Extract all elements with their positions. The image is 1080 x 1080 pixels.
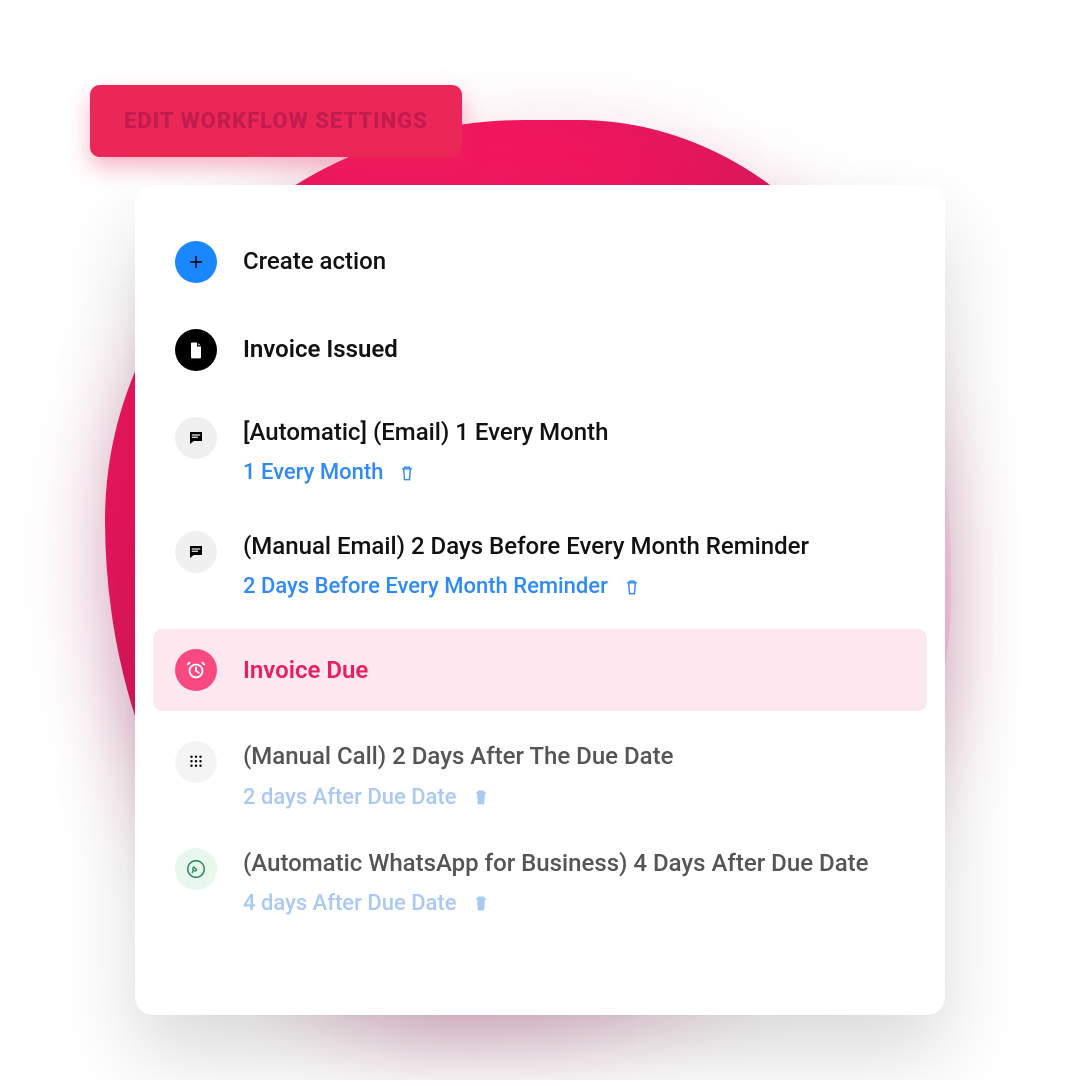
message-icon xyxy=(175,531,217,573)
manual-email-sub[interactable]: 2 Days Before Every Month Reminder xyxy=(243,574,608,599)
manual-call-row[interactable]: (Manual Call) 2 Days After The Due Date … xyxy=(135,727,945,823)
workflow-card: Create action Invoice Issued [Automatic]… xyxy=(135,185,945,1015)
manual-call-title: (Manual Call) 2 Days After The Due Date xyxy=(243,741,673,772)
automatic-email-title: [Automatic] (Email) 1 Every Month xyxy=(243,417,608,448)
file-icon xyxy=(175,329,217,371)
trash-icon[interactable] xyxy=(397,463,417,483)
invoice-due-label: Invoice Due xyxy=(243,655,368,686)
plus-icon xyxy=(175,241,217,283)
alarm-icon xyxy=(175,649,217,691)
whatsapp-row[interactable]: (Automatic WhatsApp for Business) 4 Days… xyxy=(135,834,945,930)
message-icon xyxy=(175,417,217,459)
automatic-email-row[interactable]: [Automatic] (Email) 1 Every Month 1 Ever… xyxy=(135,403,945,499)
whatsapp-title: (Automatic WhatsApp for Business) 4 Days… xyxy=(243,848,868,879)
button-label: EDIT WORKFLOW SETTINGS xyxy=(124,109,428,134)
whatsapp-icon xyxy=(175,848,217,890)
create-action-row[interactable]: Create action xyxy=(135,227,945,297)
invoice-issued-label: Invoice Issued xyxy=(243,334,398,365)
trash-icon[interactable] xyxy=(471,787,491,807)
whatsapp-sub[interactable]: 4 days After Due Date xyxy=(243,891,457,916)
invoice-due-row[interactable]: Invoice Due xyxy=(153,629,927,711)
manual-email-row[interactable]: (Manual Email) 2 Days Before Every Month… xyxy=(135,517,945,613)
dialpad-icon xyxy=(175,741,217,783)
trash-icon[interactable] xyxy=(471,893,491,913)
edit-workflow-settings-button[interactable]: EDIT WORKFLOW SETTINGS xyxy=(90,85,462,157)
manual-call-sub[interactable]: 2 days After Due Date xyxy=(243,785,457,810)
trash-icon[interactable] xyxy=(622,577,642,597)
create-action-label: Create action xyxy=(243,246,386,277)
automatic-email-sub[interactable]: 1 Every Month xyxy=(243,460,383,485)
invoice-issued-row[interactable]: Invoice Issued xyxy=(135,315,945,385)
manual-email-title: (Manual Email) 2 Days Before Every Month… xyxy=(243,531,809,562)
